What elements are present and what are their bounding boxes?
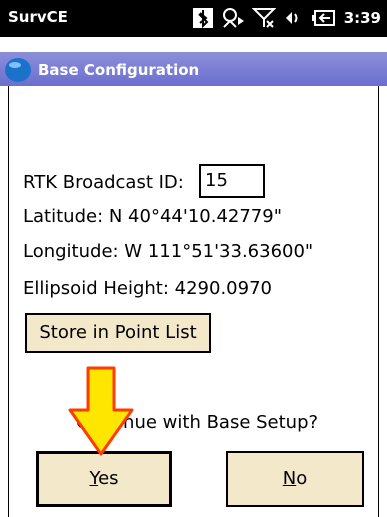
broadcast-id-input[interactable]: 15 <box>199 164 265 198</box>
status-icons: 3:39 <box>192 6 381 30</box>
latitude-text: Latitude: N 40°44'10.42779" <box>23 206 282 227</box>
bluetooth-icon[interactable] <box>192 7 214 29</box>
pointer-arrow-icon <box>66 366 136 462</box>
longitude-text: Longitude: W 111°51'33.63600" <box>23 241 314 262</box>
signal-off-icon[interactable] <box>251 7 276 29</box>
battery-icon[interactable] <box>310 7 336 29</box>
network-sync-icon[interactable] <box>220 7 246 29</box>
app-globe-icon[interactable] <box>4 56 34 88</box>
ellipsoid-height-text: Ellipsoid Height: 4290.0970 <box>23 278 272 299</box>
status-bar: SurvCE 3:39 <box>0 0 387 37</box>
no-mnemonic: N <box>282 468 297 489</box>
clock[interactable]: 3:39 <box>344 9 381 27</box>
window-title: Base Configuration <box>38 61 200 79</box>
yes-mnemonic: Y <box>89 468 99 489</box>
volume-icon[interactable] <box>282 7 304 29</box>
no-button[interactable]: No <box>226 451 364 507</box>
app-title[interactable]: SurvCE <box>8 8 68 26</box>
yes-label-rest: es <box>98 468 119 489</box>
broadcast-id-label: RTK Broadcast ID: <box>23 172 184 193</box>
store-in-point-list-button[interactable]: Store in Point List <box>25 313 211 353</box>
right-border <box>378 86 379 517</box>
left-border <box>8 86 9 517</box>
no-label-rest: o <box>296 468 308 489</box>
